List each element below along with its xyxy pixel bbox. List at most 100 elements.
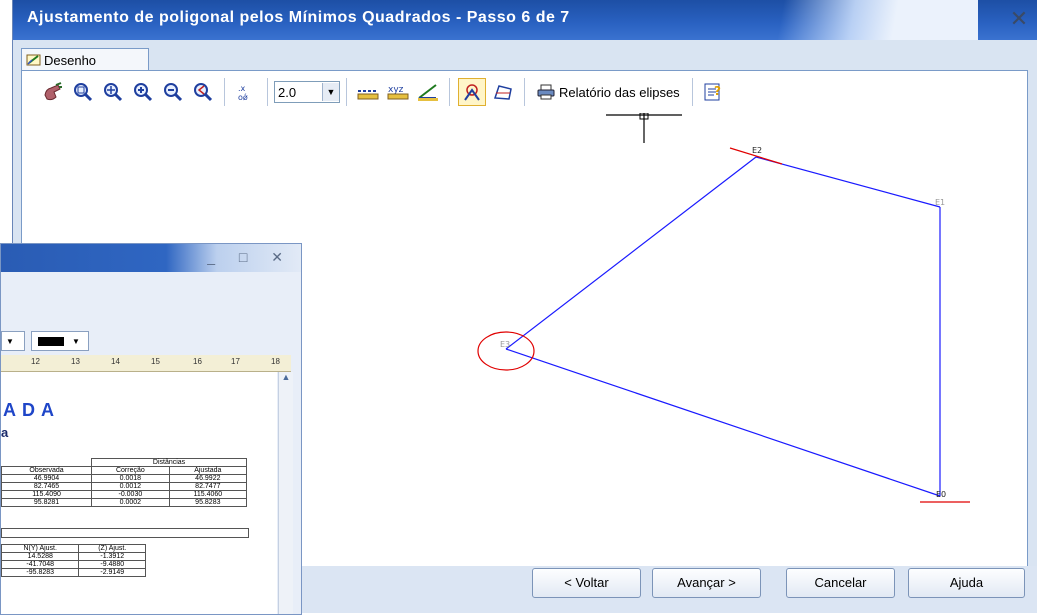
color-select[interactable]: ▼	[31, 331, 89, 351]
table-cell: -2.9149	[78, 568, 146, 577]
table-header: (Z) Ajust.	[78, 544, 146, 553]
report-window-titlebar[interactable]: _ □ ✕	[1, 244, 301, 272]
ruler-mark: 18	[271, 357, 280, 366]
traverse-lines	[505, 156, 941, 497]
coordinates-button[interactable]: xyz	[385, 79, 411, 105]
zoom-all-button[interactable]	[100, 79, 126, 105]
table-cell: -0.0030	[91, 490, 170, 499]
svg-text:?: ?	[714, 84, 721, 98]
ellipse-report-button[interactable]: Relatório das elipses	[531, 79, 686, 105]
ruler-mark: 14	[111, 357, 120, 366]
angle-icon	[418, 84, 438, 101]
table-cell: 46.9922	[168, 474, 248, 483]
zoom-previous-button[interactable]	[190, 79, 216, 105]
zoom-in-button[interactable]	[130, 79, 156, 105]
svg-text:.x: .x	[238, 84, 246, 93]
zoom-out-button[interactable]	[160, 79, 186, 105]
xyz-icon: xyz	[387, 85, 409, 100]
table-row: -41.7048 -9.4880	[1, 560, 146, 569]
help-button[interactable]: Ajuda	[908, 568, 1025, 598]
zoom-previous-icon	[194, 83, 213, 102]
close-button[interactable]: ✕	[1006, 6, 1032, 32]
cancel-button[interactable]: Cancelar	[786, 568, 895, 598]
traverse-segment	[755, 156, 941, 208]
report-select[interactable]: ▼	[1, 331, 25, 351]
ruler-mark: 17	[231, 357, 240, 366]
zoom-out-icon	[164, 83, 183, 102]
pan-button[interactable]	[40, 79, 66, 105]
table-cell: -9.4880	[78, 560, 146, 569]
table-cell: 0.0002	[91, 498, 170, 507]
table-cell: 82.7477	[168, 482, 248, 491]
scroll-up-icon[interactable]: ▲	[279, 372, 293, 382]
north-arrow	[606, 112, 682, 143]
scale-value: 2.0	[278, 84, 297, 100]
toolbar-separator	[267, 78, 268, 106]
table-cell: 95.8281	[1, 498, 93, 507]
window-controls[interactable]: _ □ ✕	[207, 249, 293, 266]
table-row: 115.4090 -0.0030 115.4060	[1, 490, 248, 499]
zoom-window-button[interactable]	[70, 79, 96, 105]
table-row: 95.8281 0.0002 95.8283	[1, 498, 248, 507]
table-cell: -95.8283	[1, 568, 80, 577]
window-title: Ajustamento de poligonal pelos Mínimos Q…	[27, 9, 570, 26]
table-header: Correção	[91, 466, 170, 475]
table-row: 14.5288 -1.3912	[1, 552, 146, 561]
table-cell: 82.7465	[1, 482, 93, 491]
toolbar-separator	[224, 78, 225, 106]
table-row: -95.8283 -2.9149	[1, 568, 146, 577]
title-bar-decoration	[698, 0, 978, 40]
drawing-toolbar: .x oǿ 2.0 ▼ xyz Relatório das elipses ?	[22, 71, 1027, 113]
table-header: N(Y) Ajust.	[1, 544, 80, 553]
traverse-segment	[505, 156, 757, 350]
printer-icon	[537, 84, 555, 100]
zoom-in-icon	[134, 83, 153, 102]
table-cell: 115.4060	[168, 490, 248, 499]
title-bar[interactable]: Ajustamento de poligonal pelos Mínimos Q…	[13, 0, 1037, 40]
report-scrollbar[interactable]: ▲	[278, 372, 293, 614]
ruler-mark: 12	[31, 357, 40, 366]
toolbar-separator	[449, 78, 450, 106]
table-cell: 46.9904	[1, 474, 93, 483]
ellipse-point-icon	[464, 84, 480, 101]
svg-text:oǿ: oǿ	[238, 92, 248, 102]
station-label: E1	[935, 198, 945, 207]
tab-desenho-label: Desenho	[44, 52, 97, 68]
back-button[interactable]: < Voltar	[532, 568, 641, 598]
table-group-header: Distâncias	[91, 458, 247, 467]
ruler-mark: 16	[193, 357, 202, 366]
station-label: E2	[752, 146, 762, 155]
help-tool-button[interactable]: ?	[701, 79, 727, 105]
table-row: 46.9904 0.0018 46.9922	[1, 474, 248, 483]
points-button[interactable]: .x oǿ	[233, 79, 259, 105]
points-icon: .xoǿ	[238, 84, 248, 102]
measure-button[interactable]	[355, 79, 381, 105]
table-cell: 95.8283	[168, 498, 248, 507]
table-cell: 14.5288	[1, 552, 80, 561]
table-cell: -41.7048	[1, 560, 80, 569]
toolbar-separator	[346, 78, 347, 106]
traverse-segment	[505, 348, 941, 497]
next-button[interactable]: Avançar >	[652, 568, 761, 598]
table-cell: 0.0012	[91, 482, 170, 491]
report-ruler: 12 13 14 15 16 17 18	[1, 355, 291, 372]
zoom-tools: .x oǿ 2.0 ▼ xyz Relatório das elipses ?	[38, 76, 729, 108]
table-divider	[1, 528, 249, 538]
report-toolbar: ▼ ▼	[1, 331, 95, 351]
chevron-down-icon: ▼	[72, 336, 80, 346]
polygon-view-button[interactable]	[490, 79, 516, 105]
report-document: ADA a Distâncias Observada Correção Ajus…	[1, 372, 277, 614]
toolbar-separator	[691, 78, 693, 106]
hand-icon	[44, 82, 62, 101]
table-cell: 0.0018	[91, 474, 170, 483]
scale-select[interactable]: 2.0 ▼	[274, 81, 340, 103]
drawing-tab-icon	[26, 54, 41, 66]
ellipse-report-label: Relatório das elipses	[559, 84, 680, 100]
ruler-mark: 15	[151, 357, 160, 366]
tab-desenho[interactable]: Desenho	[21, 48, 149, 71]
ellipse-view-button[interactable]	[458, 78, 486, 106]
chevron-down-icon[interactable]: ▼	[322, 83, 339, 101]
distances-table: Distâncias Observada Correção Ajustada 4…	[1, 458, 248, 507]
table-cell: 115.4090	[1, 490, 93, 499]
angle-button[interactable]	[415, 79, 441, 105]
